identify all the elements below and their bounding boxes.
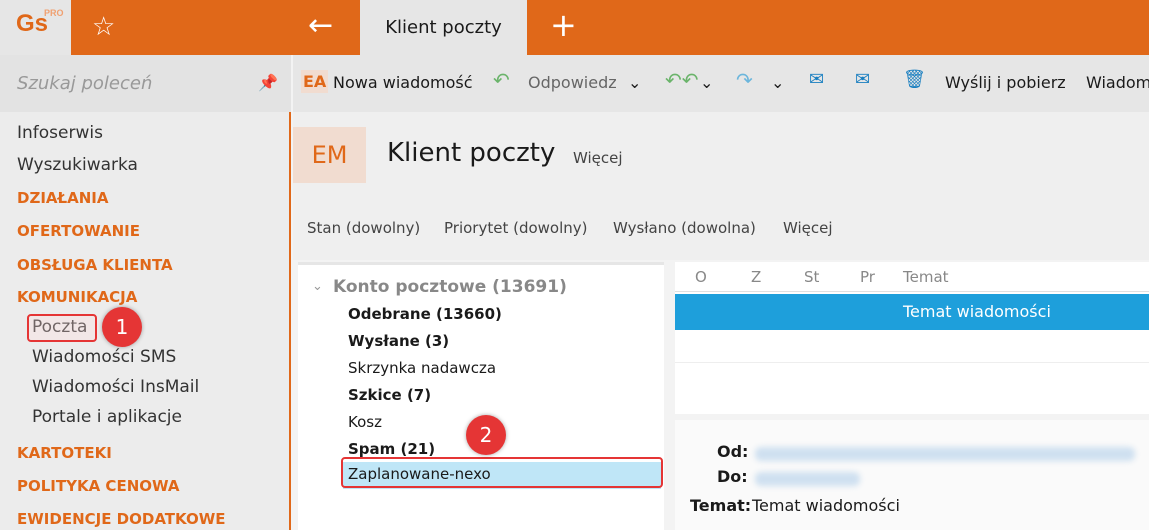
- column-z[interactable]: Z: [751, 268, 761, 286]
- star-icon[interactable]: ☆: [92, 0, 115, 55]
- list-header: O Z St Pr Temat: [675, 262, 1149, 292]
- row-subject: Temat wiadomości: [903, 302, 1051, 321]
- sidebar-item-obs-uga-klienta[interactable]: OBSŁUGA KLIENTA: [17, 256, 173, 274]
- column-st[interactable]: St: [804, 268, 819, 286]
- more-link[interactable]: Więcej: [573, 149, 623, 167]
- sidebar-item-portale-i-aplikacje[interactable]: Portale i aplikacje: [32, 407, 182, 427]
- send-receive-button[interactable]: Wyślij i pobierz: [945, 73, 1066, 92]
- pin-icon[interactable]: 📌: [258, 73, 278, 92]
- annotation-badge-1: 1: [102, 307, 142, 347]
- trash-icon[interactable]: 🗑: [903, 69, 926, 90]
- sidebar-item-polityka-cenowa[interactable]: POLITYKA CENOWA: [17, 477, 179, 495]
- toolbar: EA Nowa wiadomość ↶ Odpowiedz ⌄ ↶↶ ⌄ ↷ ⌄…: [293, 55, 1149, 112]
- folder-item[interactable]: Kosz: [348, 413, 382, 431]
- folder-item[interactable]: Spam (21): [348, 440, 435, 458]
- filter-bar: Stan (dowolny) Priorytet (dowolny) Wysła…: [293, 197, 1149, 260]
- filter-more[interactable]: Więcej: [783, 219, 833, 237]
- back-arrow-icon[interactable]: ←: [308, 0, 333, 53]
- reply-all-chevron-icon[interactable]: ⌄: [700, 73, 713, 92]
- sidebar-item-komunikacja[interactable]: KOMUNIKACJA: [17, 288, 137, 306]
- plus-icon[interactable]: +: [550, 0, 577, 53]
- folder-item[interactable]: Skrzynka nadawcza: [348, 359, 496, 377]
- app-logo[interactable]: Gs PRO: [0, 0, 71, 55]
- reply-button[interactable]: Odpowiedz: [528, 73, 617, 92]
- sidebar-item-infoserwis[interactable]: Infoserwis: [17, 123, 103, 143]
- folder-item[interactable]: Odebrane (13660): [348, 305, 502, 323]
- new-message-button[interactable]: Nowa wiadomość: [333, 73, 473, 92]
- sidebar-item-dzia-ania[interactable]: DZIAŁANIA: [17, 189, 109, 207]
- forward-chevron-icon[interactable]: ⌄: [771, 73, 784, 92]
- collapse-chevron-icon[interactable]: ⌄: [312, 279, 323, 294]
- highlight-zaplanowane: [341, 457, 663, 488]
- column-subject[interactable]: Temat: [903, 268, 949, 286]
- filter-sent[interactable]: Wysłano (dowolna): [613, 219, 756, 237]
- sidebar-item-wiadomo-ci-insmail[interactable]: Wiadomości InsMail: [32, 377, 199, 397]
- module-icon: EM: [293, 127, 366, 183]
- column-o[interactable]: O: [695, 268, 707, 286]
- page-header: EM Klient poczty Więcej: [293, 112, 1149, 197]
- new-mail-icon[interactable]: ✉: [855, 69, 870, 90]
- page-title: Klient poczty: [387, 138, 556, 168]
- forward-icon[interactable]: ↷: [736, 68, 753, 92]
- folder-item[interactable]: Szkice (7): [348, 386, 431, 404]
- table-row[interactable]: Temat wiadomości: [675, 294, 1149, 330]
- tab-klient-poczty[interactable]: Klient poczty: [360, 0, 527, 55]
- folder-tree: ⌄ Konto pocztowe (13691) Odebrane (13660…: [298, 262, 664, 530]
- reply-all-icon[interactable]: ↶↶: [665, 68, 699, 92]
- new-message-icon: EA: [301, 70, 329, 93]
- folder-item[interactable]: Wysłane (3): [348, 332, 449, 350]
- sidebar-item-ewidencje-dodatkowe[interactable]: EWIDENCJE DODATKOWE: [17, 510, 226, 528]
- block-sender-icon[interactable]: ✉: [809, 69, 824, 90]
- reply-icon[interactable]: ↶: [493, 68, 510, 92]
- filter-status[interactable]: Stan (dowolny): [307, 219, 420, 237]
- annotation-badge-2: 2: [466, 415, 506, 455]
- messages-button[interactable]: Wiadom: [1086, 73, 1149, 92]
- message-preview: Od: Do: Temat: Temat wiadomości: [675, 420, 1149, 530]
- sidebar-item-wyszukiwarka[interactable]: Wyszukiwarka: [17, 155, 138, 175]
- preview-subject: Temat wiadomości: [752, 496, 900, 515]
- command-search-input[interactable]: Szukaj poleceń 📌: [0, 55, 291, 112]
- from-address-redacted: [755, 447, 1135, 461]
- column-pr[interactable]: Pr: [860, 268, 875, 286]
- to-address-redacted: [755, 472, 860, 486]
- filter-priority[interactable]: Priorytet (dowolny): [444, 219, 588, 237]
- reply-dropdown-chevron-icon[interactable]: ⌄: [628, 73, 641, 92]
- mail-account[interactable]: Konto pocztowe (13691): [333, 277, 567, 297]
- highlight-poczta: [27, 314, 97, 342]
- message-list: O Z St Pr Temat Temat wiadomości: [675, 262, 1149, 414]
- sidebar-item-wiadomo-ci-sms[interactable]: Wiadomości SMS: [32, 347, 176, 367]
- sidebar-item-kartoteki[interactable]: KARTOTEKI: [17, 444, 112, 462]
- sidebar-item-ofertowanie[interactable]: OFERTOWANIE: [17, 222, 140, 240]
